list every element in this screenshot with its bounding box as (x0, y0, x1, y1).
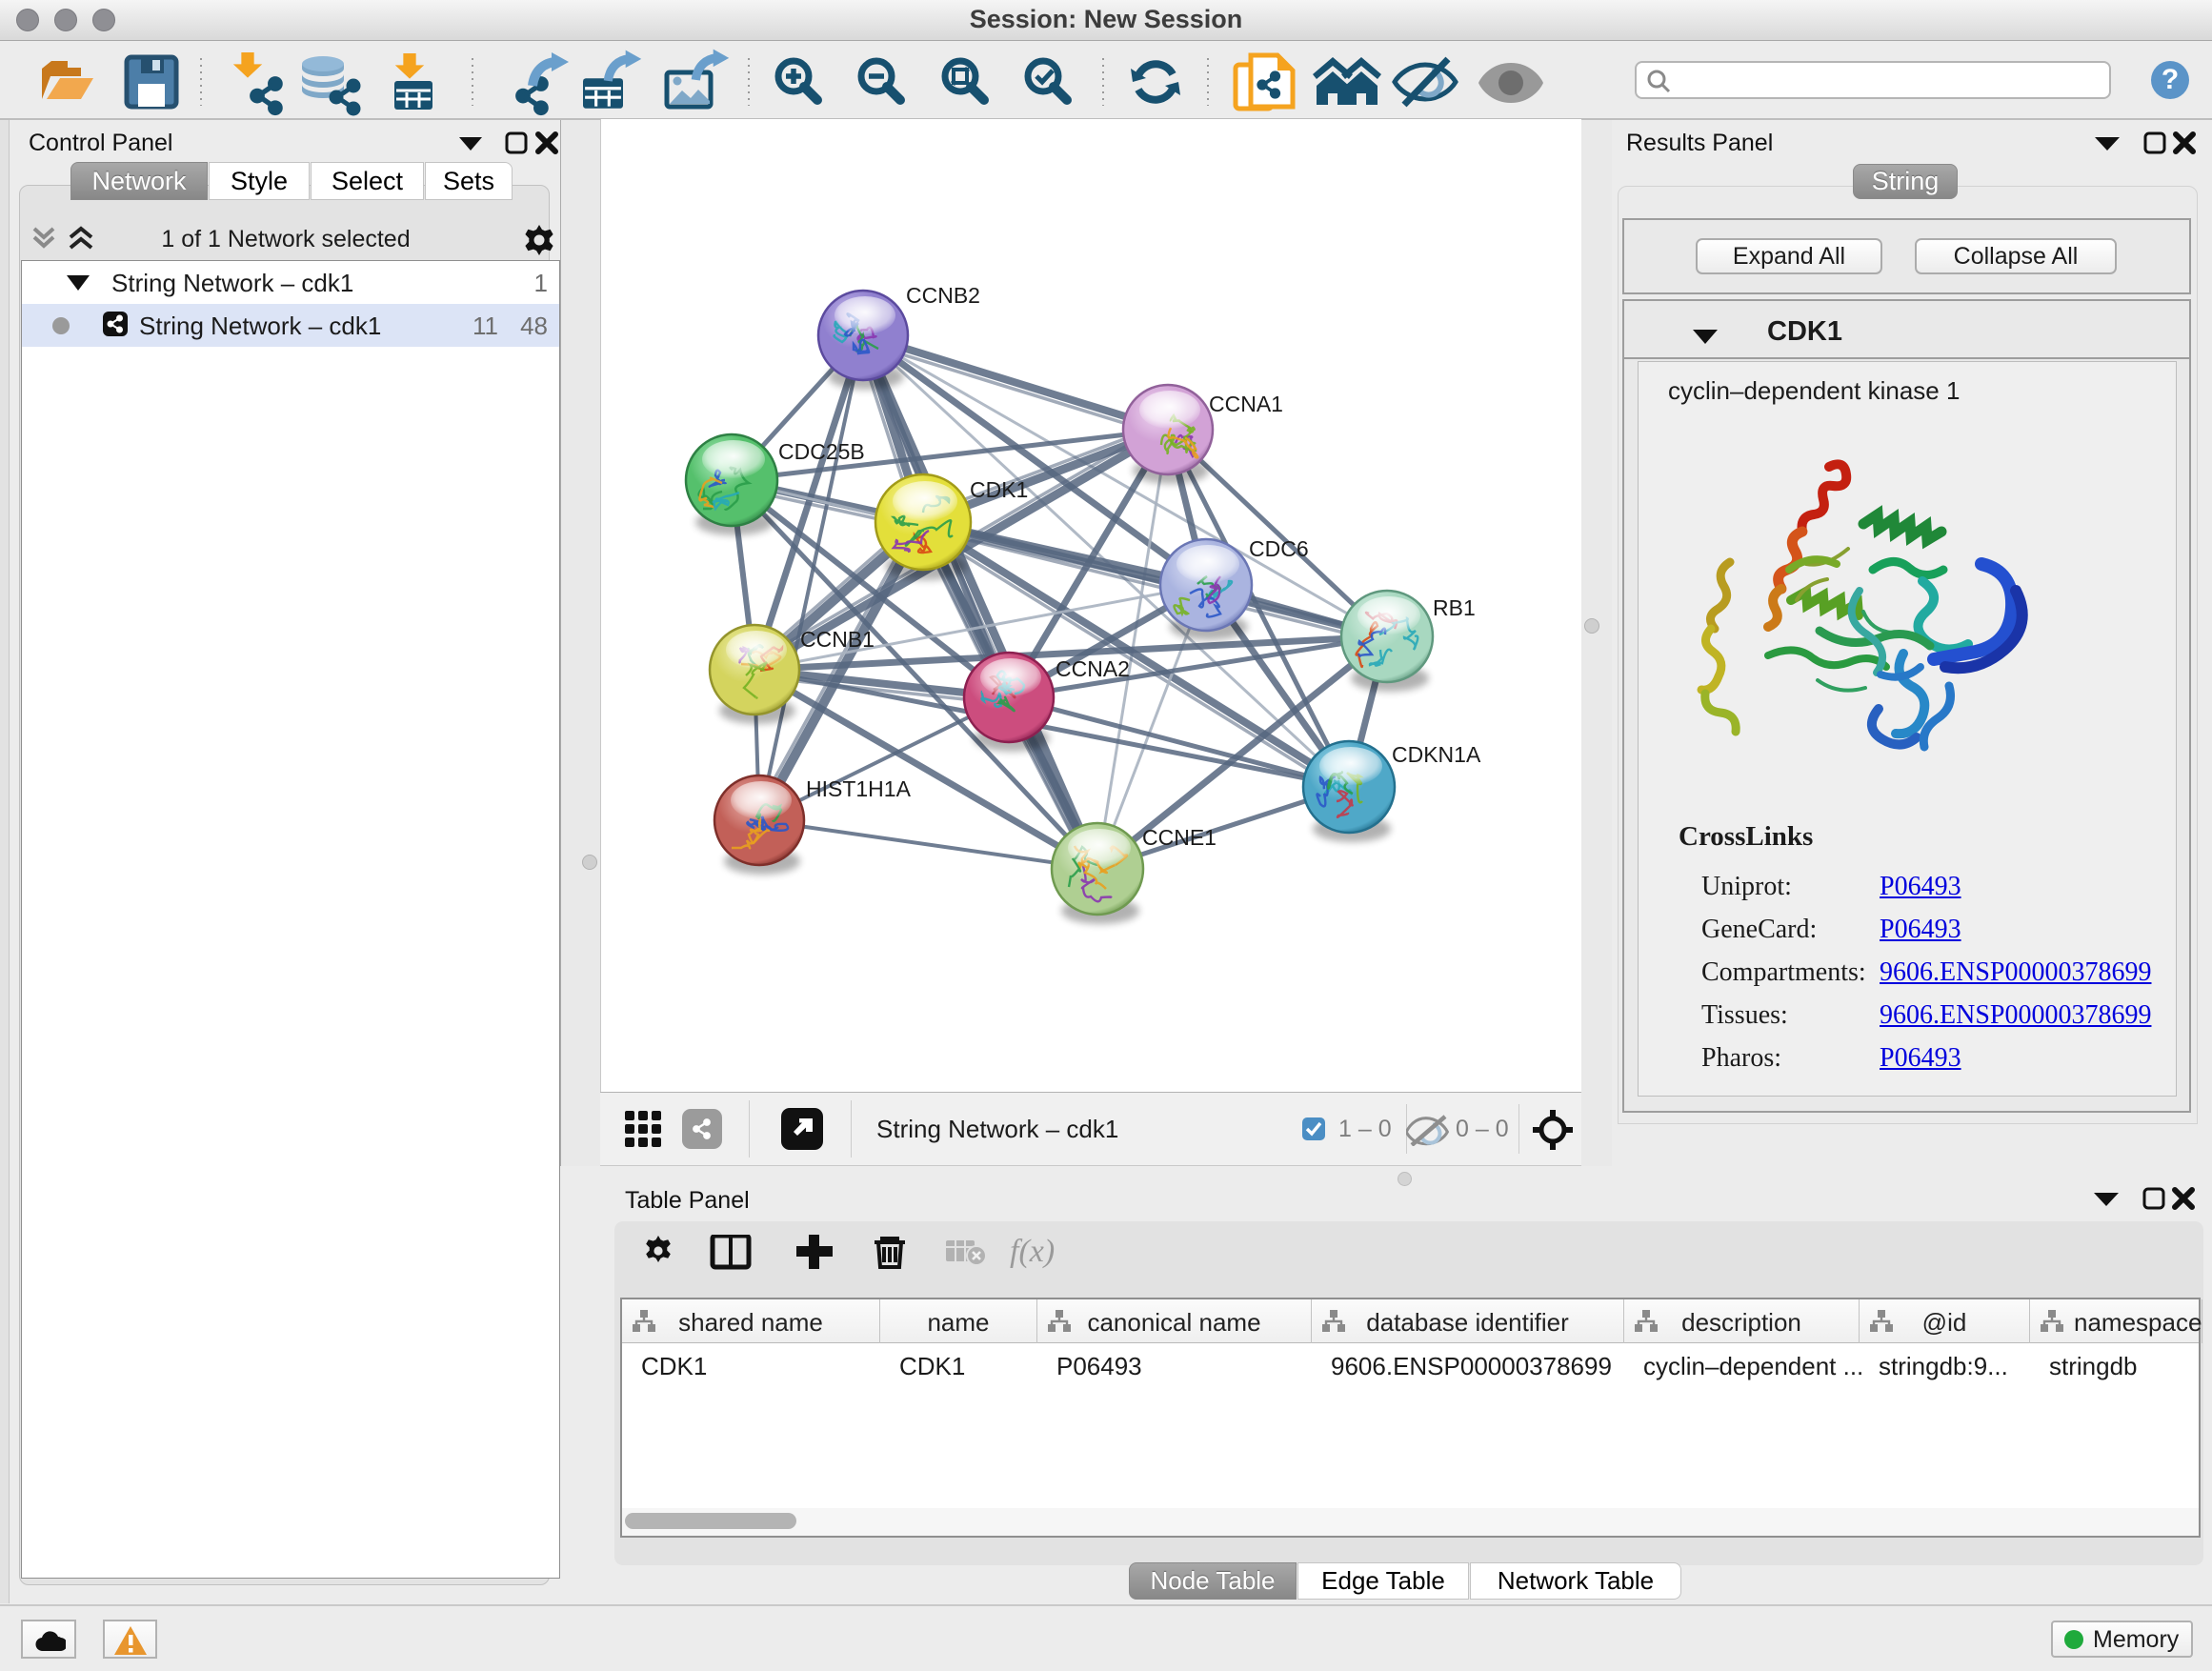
svg-text:CDC6: CDC6 (1249, 536, 1309, 561)
svg-text:CDC25B: CDC25B (778, 439, 865, 464)
svg-text:CDKN1A: CDKN1A (1392, 742, 1481, 767)
svg-text:CCNE1: CCNE1 (1142, 825, 1217, 850)
svg-text:CCNA1: CCNA1 (1209, 392, 1283, 416)
svg-text:HIST1H1A: HIST1H1A (806, 776, 912, 801)
svg-text:RB1: RB1 (1433, 595, 1476, 620)
svg-text:f(x): f(x) (1010, 1235, 1055, 1269)
svg-text:CCNB2: CCNB2 (906, 283, 980, 308)
svg-text:CCNB1: CCNB1 (800, 627, 875, 652)
svg-text:CCNA2: CCNA2 (1056, 656, 1130, 681)
svg-text:CDK1: CDK1 (970, 477, 1028, 502)
